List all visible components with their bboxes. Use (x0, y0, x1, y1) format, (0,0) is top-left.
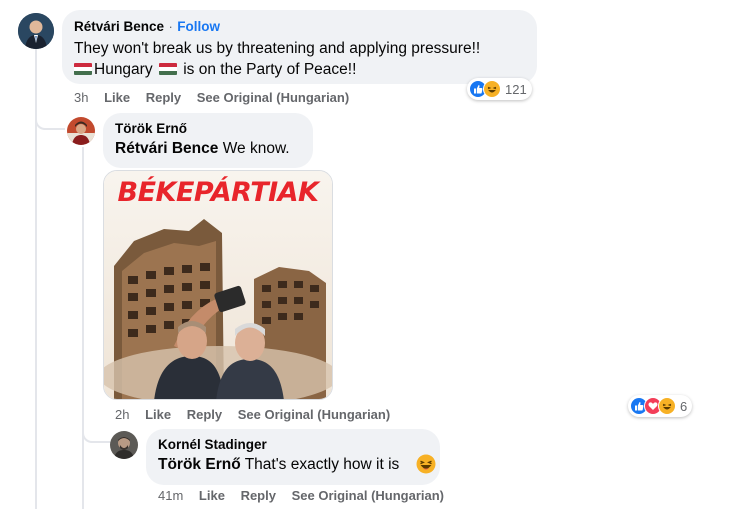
reaction-summary-2[interactable]: 6 (628, 395, 693, 417)
comment-text-line-1: They won't break us by threatening and a… (74, 40, 481, 57)
comment-author[interactable]: Rétvári Bence (74, 19, 164, 34)
avatar-kornel-stadinger[interactable] (110, 431, 138, 459)
like-button[interactable]: Like (199, 488, 225, 503)
reaction-count: 6 (680, 398, 688, 414)
comment-text-line-2: Hungary is on the Party of Peace!! (74, 59, 525, 80)
reply-button[interactable]: Reply (187, 407, 222, 422)
like-button[interactable]: Like (145, 407, 171, 422)
comment-timestamp[interactable]: 2h (115, 407, 129, 422)
comment-attached-image[interactable]: BÉKEPÁRTIAK (103, 170, 333, 400)
comment-text: Török Ernő That's exactly how it is (158, 454, 436, 480)
reaction-count: 121 (505, 81, 527, 97)
comment-actions-3: 41m Like Reply See Original (Hungarian) (158, 488, 456, 503)
comment-actions-2: 2h Like Reply See Original (Hungarian) (115, 407, 402, 422)
thread-line-reply (82, 147, 84, 509)
mention-link[interactable]: Rétvári Bence (115, 140, 218, 157)
hungary-flag-icon (74, 63, 92, 75)
comment-bubble-2: Török Ernő Rétvári Bence We know. (103, 113, 313, 168)
see-original-button[interactable]: See Original (Hungarian) (238, 407, 390, 422)
comment-author[interactable]: Török Ernő (115, 121, 301, 136)
haha-reaction-icon (483, 80, 501, 98)
reply-button[interactable]: Reply (146, 90, 181, 105)
reply-button[interactable]: Reply (241, 488, 276, 503)
comment-actions-1: 3h Like Reply See Original (Hungarian) (74, 90, 361, 105)
like-button[interactable]: Like (104, 90, 130, 105)
comment-timestamp[interactable]: 41m (158, 488, 183, 503)
avatar-torok-erno[interactable] (67, 117, 95, 145)
avatar-retvari-bence[interactable] (18, 13, 54, 49)
thread-line-branch-2 (82, 426, 110, 443)
hungary-flag-icon (158, 63, 177, 75)
thread-line-branch-1 (35, 113, 65, 130)
comment-bubble-1: Rétvári Bence · Follow They won't break … (62, 10, 537, 84)
see-original-button[interactable]: See Original (Hungarian) (197, 90, 349, 105)
separator-dot: · (168, 19, 173, 34)
comment-timestamp[interactable]: 3h (74, 90, 88, 105)
reaction-summary-1[interactable]: 121 (467, 78, 532, 100)
image-title-text: BÉKEPÁRTIAK (117, 177, 319, 208)
haha-reaction-icon (658, 397, 676, 415)
laughing-face-emoji-icon (416, 454, 436, 480)
comment-text: Rétvári Bence We know. (115, 140, 290, 157)
mention-link[interactable]: Török Ernő (158, 456, 241, 473)
comment-text: They won't break us by threatening and a… (74, 38, 525, 80)
comment-bubble-3: Kornél Stadinger Török Ernő That's exact… (146, 429, 440, 485)
comment-author[interactable]: Kornél Stadinger (158, 437, 428, 452)
follow-button[interactable]: Follow (177, 19, 220, 34)
see-original-button[interactable]: See Original (Hungarian) (292, 488, 444, 503)
